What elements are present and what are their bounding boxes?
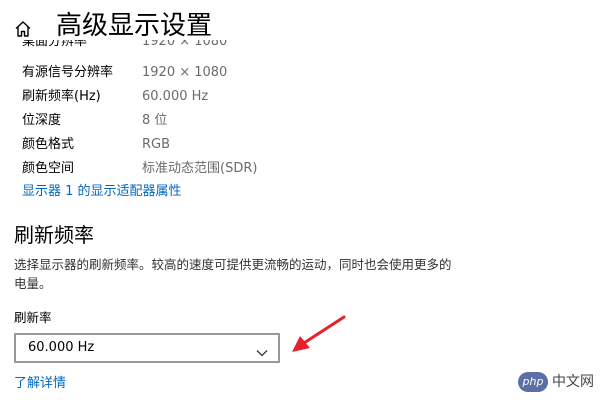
info-value: 1920 × 1080 [142,40,228,49]
advanced-display-settings-page: 高级显示设置 桌面分辨率 1920 × 1080 有源信号分辨率 1920 × … [0,0,600,400]
page-title: 高级显示设置 [56,11,213,41]
refresh-rate-description: 选择显示器的刷新频率。较高的速度可提供更流畅的运动，同时也会使用更多的电量。 [14,257,452,291]
dropdown-selected-value: 60.000 Hz [28,340,95,355]
info-label: 有源信号分辨率 [22,65,114,80]
info-row: 位深度 8 位 [22,109,402,133]
info-row: 颜色空间 标准动态范围(SDR) [22,157,402,181]
info-value: 标准动态范围(SDR) [142,161,258,176]
info-row: 刷新频率(Hz) 60.000 Hz [22,85,402,109]
info-label: 位深度 [22,113,62,128]
watermark-text: 中文网 [552,374,594,390]
watermark-badge: php [518,372,548,392]
info-value: 8 位 [142,113,168,128]
display-info-list: 有源信号分辨率 1920 × 1080 刷新频率(Hz) 60.000 Hz 位… [22,61,402,181]
refresh-rate-field-label: 刷新率 [14,310,52,325]
adapter-properties-link[interactable]: 显示器 1 的显示适配器属性 [22,181,182,203]
info-label: 颜色空间 [22,161,75,176]
home-icon[interactable] [14,20,32,38]
refresh-rate-section-title: 刷新频率 [14,223,94,247]
info-value: 60.000 Hz [142,89,209,104]
site-watermark: php 中文网 [518,372,594,394]
info-row: 颜色格式 RGB [22,133,402,157]
learn-more-link[interactable]: 了解详情 [14,374,66,394]
info-label: 桌面分辨率 [22,40,88,49]
chevron-down-icon [256,343,268,357]
refresh-rate-dropdown[interactable]: 60.000 Hz [14,333,280,363]
info-label: 颜色格式 [22,137,75,152]
info-value: RGB [142,137,171,152]
red-arrow-icon [286,312,350,356]
clipped-info-row: 桌面分辨率 1920 × 1080 [22,40,282,52]
info-row: 有源信号分辨率 1920 × 1080 [22,61,402,85]
info-value: 1920 × 1080 [142,65,228,80]
info-label: 刷新频率(Hz) [22,89,101,104]
